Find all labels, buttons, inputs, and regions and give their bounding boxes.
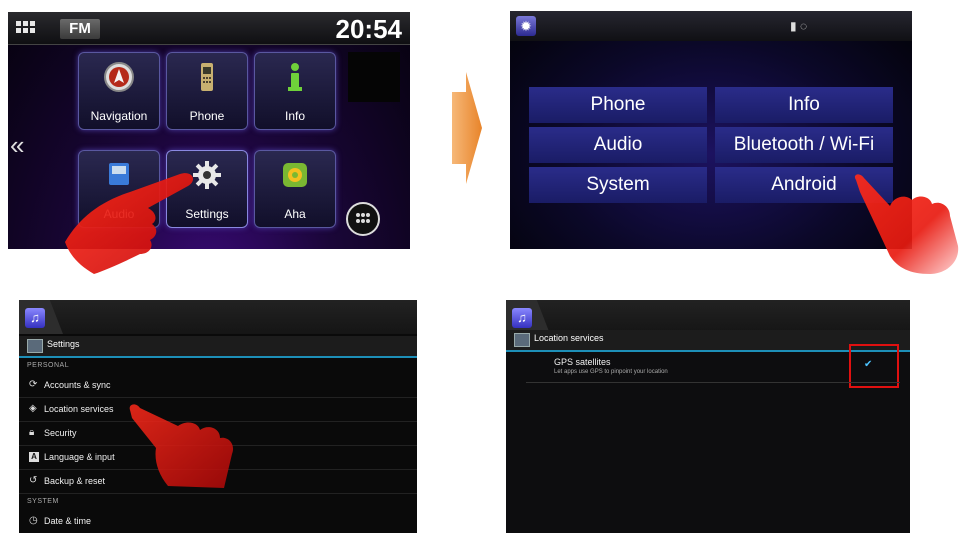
settings-header-icon (27, 339, 43, 353)
settings-header-title: Settings (47, 339, 80, 349)
phone-icon (201, 63, 213, 91)
settings-item-label: Accounts & sync (44, 380, 111, 390)
tap-hand-icon (854, 174, 959, 274)
home-top-bar: FM 20:54 (8, 12, 410, 45)
settings-item-date-time[interactable]: ◷ Date & time (19, 510, 417, 533)
tile-label: Phone (189, 109, 225, 123)
tile-info[interactable]: Info (254, 52, 336, 130)
aha-icon (283, 163, 307, 187)
settings-item-label: Location services (44, 404, 114, 414)
location-header-title: Location services (534, 333, 604, 343)
location-services-panel: ♫ Location services GPS satellites Let a… (506, 300, 910, 533)
clock-icon: ◷ (29, 515, 38, 526)
apps-button[interactable] (346, 202, 380, 236)
settings-item-accounts-sync[interactable]: ⟳ Accounts & sync (19, 374, 417, 398)
settings-item-label: Language & input (44, 452, 115, 462)
music-app-icon: ♫ (512, 308, 532, 328)
tile-aha[interactable]: Aha (254, 150, 336, 228)
settings-item-label: Backup & reset (44, 476, 106, 486)
settings-item-label: Security (44, 428, 77, 438)
menu-info-button[interactable]: Info (715, 87, 893, 123)
sync-icon: ⟳ (29, 379, 38, 390)
location-icon: ◈ (29, 403, 37, 414)
section-system: SYSTEM (27, 498, 59, 505)
section-personal: PERSONAL (27, 362, 70, 369)
apps-grid-icon[interactable] (16, 21, 38, 35)
keyboard-icon: A (29, 452, 39, 462)
source-label[interactable]: FM (60, 19, 100, 39)
gps-satellites-subtitle: Let apps use GPS to pinpoint your locati… (554, 369, 668, 375)
menu-audio-button[interactable]: Audio (529, 127, 707, 163)
settings-top-bar: ✹ ▮ ◌ (510, 11, 912, 41)
menu-phone-button[interactable]: Phone (529, 87, 707, 123)
gps-satellites-title: GPS satellites (554, 357, 611, 367)
navigation-icon (104, 62, 134, 92)
tap-hand-icon (65, 173, 194, 274)
menu-system-button[interactable]: System (529, 167, 707, 203)
tile-label: Info (284, 109, 305, 123)
android-top-bar: ♫ (506, 300, 910, 334)
tap-hand-icon (129, 404, 234, 488)
status-icons: ▮ ◌ (790, 19, 808, 33)
backup-icon: ↺ (29, 475, 38, 486)
location-header-icon (514, 333, 530, 347)
clock: 20:54 (335, 14, 403, 44)
lock-icon: 🔒︎ (29, 427, 35, 438)
settings-app-icon: ✹ (516, 16, 536, 36)
page-left-chevron-icon[interactable]: « (10, 130, 24, 161)
menu-bluetooth-wifi-button[interactable]: Bluetooth / Wi-Fi (715, 127, 893, 163)
tile-phone[interactable]: Phone (166, 52, 248, 130)
step-arrow-icon (452, 72, 482, 184)
divider (526, 382, 900, 383)
apps-dots-icon (356, 213, 370, 223)
blank-tile (348, 52, 400, 102)
info-icon (288, 63, 302, 91)
music-app-icon: ♫ (25, 308, 45, 328)
tile-navigation[interactable]: Navigation (78, 52, 160, 130)
tile-label: Navigation (90, 109, 148, 123)
settings-item-label: Date & time (44, 516, 92, 526)
settings-header: Settings (19, 336, 417, 358)
tile-label: Aha (284, 207, 306, 221)
android-top-bar: ♫ (19, 300, 417, 334)
